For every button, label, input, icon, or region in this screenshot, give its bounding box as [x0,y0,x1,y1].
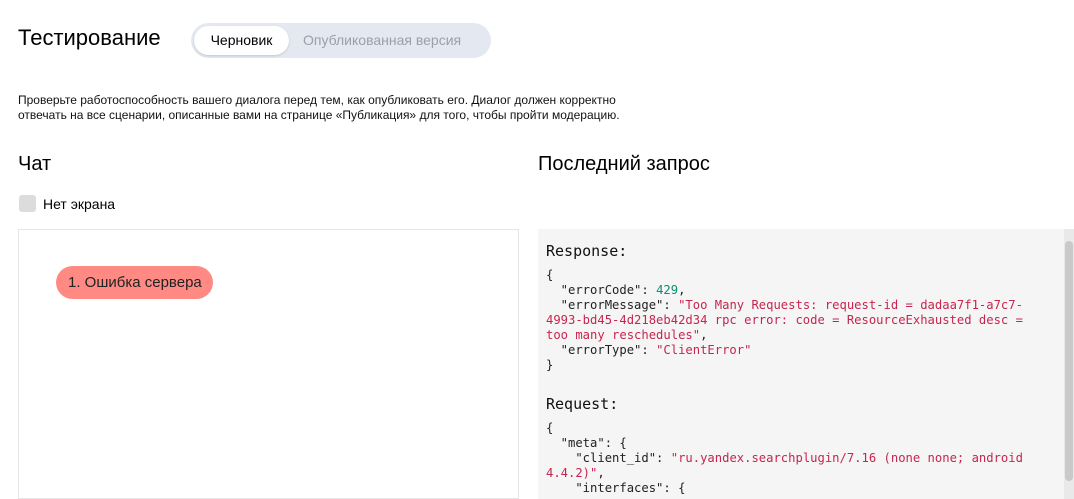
json-string: "ru.yandex.searchplugin/7.16 (none none;… [670,451,1023,465]
json-string: 4.4.2)" [546,466,598,480]
json-key: "interfaces": { [546,481,686,495]
json-brace: { [546,421,554,435]
no-screen-checkbox[interactable] [19,195,36,212]
scrollbar-thumb[interactable] [1065,241,1073,481]
json-key: "meta": { [546,436,627,450]
json-key: "client_id": [546,451,671,465]
page-title: Тестирование [18,25,161,50]
json-string: "Too Many Requests: request-id = dadaa7f… [678,298,1023,312]
last-request-heading: Последний запрос [538,153,710,175]
json-key: "errorCode": [546,283,657,297]
request-label: Request: [546,395,619,413]
description-line: Проверьте работоспособность вашего диало… [18,93,616,107]
json-string: too many reschedules" [546,328,701,342]
tab-draft[interactable]: Черновик [194,26,289,55]
no-screen-label[interactable]: Нет экрана [43,196,115,213]
description-line: отвечать на все сценарии, описанные вами… [18,108,620,122]
chat-pane: 1. Ошибка сервера [18,229,519,499]
response-label: Response: [546,242,628,260]
json-key: "errorType": [546,343,657,357]
tab-published[interactable]: Опубликованная версия [303,26,461,55]
json-brace: } [546,358,554,372]
json-string: 4993-bd45-4d218eb42d34 rpc error: code =… [546,313,1023,327]
last-request-pane: Response: { "errorCode": 429, "errorMess… [538,229,1074,499]
json-string: "ClientError" [656,343,752,357]
chat-message-bubble[interactable]: 1. Ошибка сервера [56,266,213,299]
json-brace: { [546,268,554,282]
version-switch: Черновик Опубликованная версия [191,23,491,58]
response-json: { "errorCode": 429, "errorMessage": "Too… [546,268,1023,372]
json-number: 429 [656,283,679,297]
scrollbar[interactable] [1064,229,1074,499]
chat-heading: Чат [18,153,52,175]
json-key: "errorMessage": [546,298,679,312]
request-json: { "meta": { "client_id": "ru.yandex.sear… [546,421,1023,495]
page-description: Проверьте работоспособность вашего диало… [18,93,718,123]
